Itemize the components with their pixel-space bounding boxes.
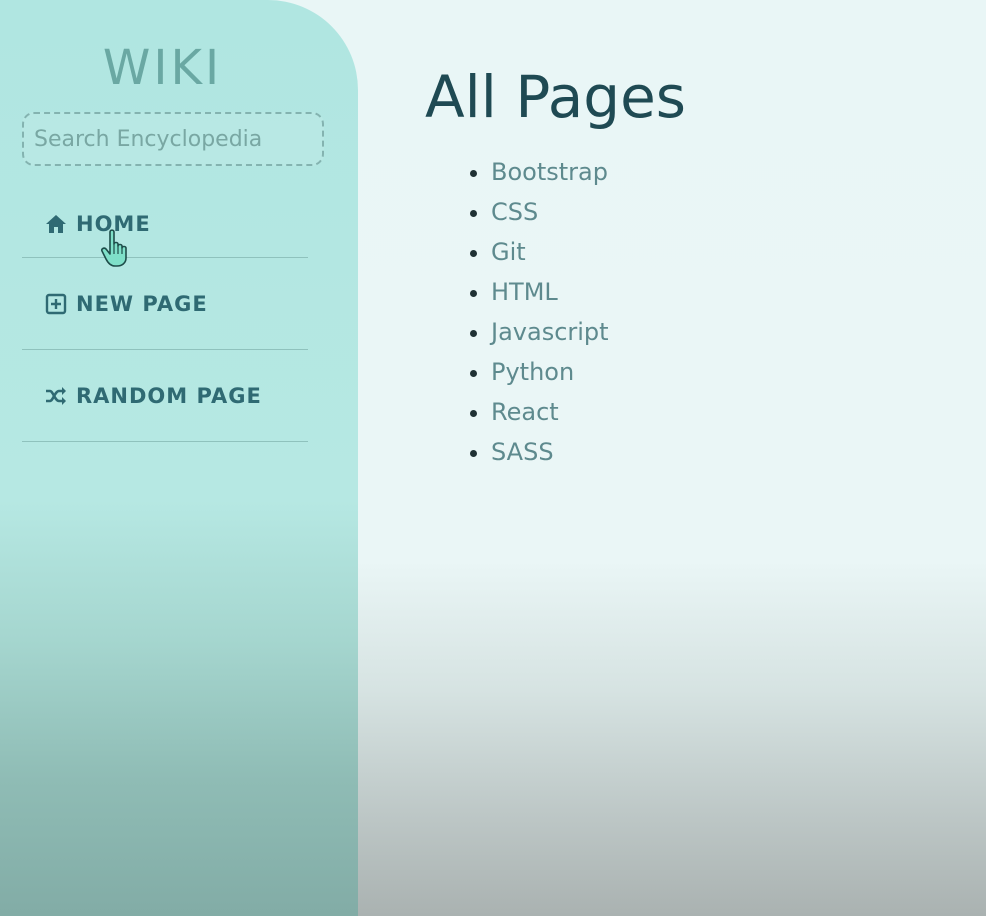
all-pages-list: Bootstrap CSS Git HTML Javascript Python… <box>425 152 945 472</box>
list-item: Javascript <box>491 312 945 352</box>
nav-label-random-page: RANDOM PAGE <box>76 383 262 408</box>
search-input[interactable] <box>22 112 324 166</box>
page-title: All Pages <box>425 63 686 131</box>
nav-label-home: HOME <box>76 211 151 236</box>
page-link-git[interactable]: Git <box>491 238 526 266</box>
list-item: Python <box>491 352 945 392</box>
list-item: React <box>491 392 945 432</box>
sidebar-nav: HOME NEW PAGE RANDOM PAGE <box>22 190 308 442</box>
list-item: CSS <box>491 192 945 232</box>
page-link-bootstrap[interactable]: Bootstrap <box>491 158 608 186</box>
plus-square-icon <box>44 292 68 316</box>
home-icon <box>44 212 68 236</box>
nav-item-random-page[interactable]: RANDOM PAGE <box>22 350 308 442</box>
page-link-sass[interactable]: SASS <box>491 438 554 466</box>
nav-label-new-page: NEW PAGE <box>76 291 208 316</box>
nav-item-home[interactable]: HOME <box>22 190 308 258</box>
shuffle-icon <box>44 384 68 408</box>
list-item: HTML <box>491 272 945 312</box>
nav-item-new-page[interactable]: NEW PAGE <box>22 258 308 350</box>
wiki-logo: WIKI <box>102 40 223 96</box>
list-item: Bootstrap <box>491 152 945 192</box>
page-link-javascript[interactable]: Javascript <box>491 318 609 346</box>
sidebar: WIKI HOME NEW PAGE <box>0 0 358 916</box>
page-link-html[interactable]: HTML <box>491 278 558 306</box>
list-item: Git <box>491 232 945 272</box>
page-link-css[interactable]: CSS <box>491 198 538 226</box>
page-link-python[interactable]: Python <box>491 358 574 386</box>
list-item: SASS <box>491 432 945 472</box>
main-content: All Pages Bootstrap CSS Git HTML Javascr… <box>425 63 945 472</box>
page-link-react[interactable]: React <box>491 398 559 426</box>
